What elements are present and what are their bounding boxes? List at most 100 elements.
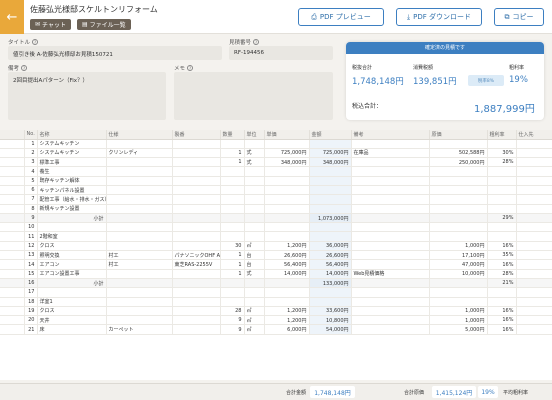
cell-spec[interactable] [106, 231, 173, 242]
cell-cost[interactable] [429, 222, 488, 233]
cell-cost[interactable]: 47,000円 [429, 259, 488, 270]
cell-name[interactable]: システムキッチン [37, 139, 107, 149]
cell-margin[interactable]: 28% [487, 269, 517, 279]
cell-spec[interactable] [106, 213, 173, 224]
cell-supplier[interactable] [516, 194, 552, 205]
cell-cost[interactable] [429, 278, 488, 289]
cell-no[interactable]: 1 [24, 139, 38, 149]
cell-qty[interactable] [220, 231, 245, 242]
cell-name[interactable]: 2階和室 [37, 231, 107, 242]
cell-price[interactable]: 14,000円 [264, 269, 310, 279]
cell-supplier[interactable] [516, 315, 552, 326]
cell-qty[interactable]: 1 [220, 157, 245, 168]
cell-price[interactable] [264, 166, 310, 177]
cell-model[interactable] [172, 157, 221, 168]
cell-qty[interactable]: 9 [220, 315, 245, 326]
cell-cost[interactable] [429, 166, 488, 177]
cell-amount[interactable] [309, 231, 352, 242]
cell-model[interactable]: 東芝RAS-2255V [172, 259, 221, 270]
table-row[interactable]: 6 キッチンパネル設置 [0, 185, 552, 196]
cell-amount[interactable] [309, 166, 352, 177]
cell-amount[interactable]: 14,000円 [309, 269, 352, 279]
cell-spec[interactable] [106, 176, 173, 187]
cell-spec[interactable]: 村工 [106, 259, 173, 270]
cell-qty[interactable] [220, 204, 245, 214]
cell-no[interactable]: 6 [24, 185, 38, 196]
cell-qty[interactable]: 28 [220, 306, 245, 317]
cell-unit[interactable]: 式 [244, 157, 265, 168]
cell-unit[interactable] [244, 278, 265, 289]
notes-textarea[interactable]: 2回目提出Aパターン（Fix？） [8, 72, 166, 120]
cell-note[interactable] [351, 297, 430, 307]
cell-amount[interactable]: 133,000円 [309, 278, 352, 289]
cell-no[interactable]: 10 [24, 222, 38, 233]
cell-model[interactable] [172, 194, 221, 205]
cell-spec[interactable]: カーペット [106, 324, 173, 335]
cell-amount[interactable] [309, 222, 352, 233]
cell-unit[interactable] [244, 176, 265, 187]
cell-model[interactable] [172, 185, 221, 196]
cell-amount[interactable]: 26,600円 [309, 250, 352, 261]
cell-supplier[interactable] [516, 259, 552, 270]
cell-model[interactable] [172, 231, 221, 242]
cell-cost[interactable] [429, 185, 488, 196]
cell-supplier[interactable] [516, 278, 552, 289]
table-row[interactable]: 1 システムキッチン [0, 139, 552, 149]
cell-margin[interactable]: 30% [487, 148, 517, 159]
cell-margin[interactable] [487, 166, 517, 177]
cell-qty[interactable] [220, 194, 245, 205]
cell-unit[interactable]: ㎡ [244, 315, 265, 326]
cell-amount[interactable] [309, 194, 352, 205]
cell-price[interactable]: 56,400円 [264, 259, 310, 270]
table-row[interactable]: 16 小計 133,000円 21% [0, 278, 552, 289]
cell-no[interactable]: 5 [24, 176, 38, 187]
cell-margin[interactable] [487, 297, 517, 307]
cell-cost[interactable]: 5,000円 [429, 324, 488, 335]
cell-model[interactable] [172, 315, 221, 326]
cell-supplier[interactable] [516, 269, 552, 279]
cell-margin[interactable] [487, 287, 517, 298]
cell-note[interactable] [351, 315, 430, 326]
cell-price[interactable] [264, 222, 310, 233]
cell-unit[interactable] [244, 194, 265, 205]
table-row[interactable]: 21 床カーペット 9 ㎡ 6,000円 54,000円 5,000円 16% [0, 324, 552, 335]
cell-name[interactable]: 小計 [37, 213, 107, 224]
cell-no[interactable]: 4 [24, 166, 38, 177]
file-list-button[interactable]: ▤ ファイル一覧 [77, 19, 131, 30]
cell-unit[interactable] [244, 185, 265, 196]
cell-amount[interactable]: 10,800円 [309, 315, 352, 326]
table-row[interactable]: 20 天井 9 ㎡ 1,200円 10,800円 1,000円 16% [0, 315, 552, 326]
cell-margin[interactable]: 16% [487, 241, 517, 252]
cell-no[interactable]: 9 [24, 213, 38, 224]
cell-note[interactable] [351, 176, 430, 187]
cell-amount[interactable]: 725,000円 [309, 148, 352, 159]
cell-no[interactable]: 14 [24, 259, 38, 270]
cell-model[interactable] [172, 306, 221, 317]
cell-name[interactable] [37, 287, 107, 298]
cell-supplier[interactable] [516, 166, 552, 177]
cell-model[interactable] [172, 139, 221, 149]
cell-unit[interactable] [244, 213, 265, 224]
cell-name[interactable]: システムキッチン [37, 148, 107, 159]
cell-qty[interactable] [220, 213, 245, 224]
cell-supplier[interactable] [516, 148, 552, 159]
cell-price[interactable] [264, 278, 310, 289]
cell-cost[interactable]: 10,000円 [429, 269, 488, 279]
cell-model[interactable] [172, 213, 221, 224]
table-row[interactable]: 4 養生 [0, 166, 552, 177]
cell-cost[interactable]: 250,000円 [429, 157, 488, 168]
cell-price[interactable] [264, 176, 310, 187]
cell-price[interactable] [264, 204, 310, 214]
cell-name[interactable]: エアコン [37, 259, 107, 270]
cell-cost[interactable] [429, 231, 488, 242]
cell-supplier[interactable] [516, 176, 552, 187]
cell-spec[interactable] [106, 157, 173, 168]
cell-supplier[interactable] [516, 297, 552, 307]
cell-model[interactable]: パナソニックOHF A6570 [172, 250, 221, 261]
cell-spec[interactable] [106, 306, 173, 317]
cell-price[interactable] [264, 185, 310, 196]
cell-cost[interactable]: 1,000円 [429, 241, 488, 252]
cell-margin[interactable] [487, 139, 517, 149]
cell-unit[interactable] [244, 287, 265, 298]
cell-unit[interactable] [244, 166, 265, 177]
